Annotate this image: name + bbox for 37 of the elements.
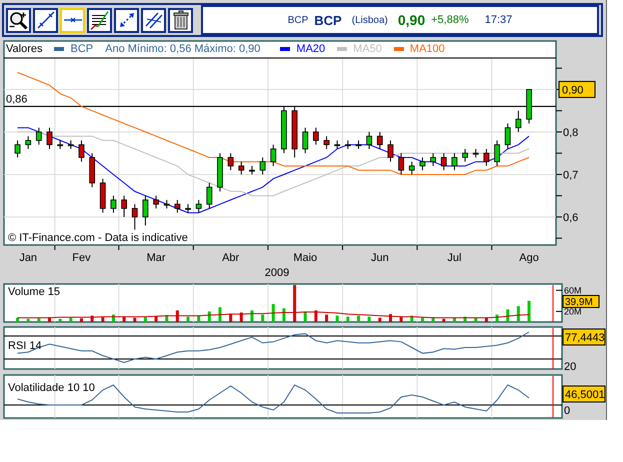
month-label: Fev (72, 252, 91, 264)
chart-title: Volatilidade 10 10 (8, 382, 95, 394)
axis-label: 20 (564, 361, 576, 372)
axis-label: 60M (564, 285, 582, 296)
month-label: Abr (222, 252, 240, 264)
last-value-badge: 0,90 (558, 80, 596, 98)
last-value-badge: 46,5001 (562, 385, 606, 402)
stock-price: 0,90 (398, 12, 426, 28)
month-label: Mar (146, 252, 166, 264)
legend-label: BCP (70, 43, 94, 55)
chart-title: Valores (6, 43, 42, 55)
exchange-name: (Lisboa) (352, 14, 388, 26)
axis-label: 20M (564, 306, 582, 316)
quote-time: 17:37 (484, 14, 512, 26)
year-label: 2009 (264, 267, 290, 279)
reference-label: 0,86 (6, 93, 28, 106)
year-range-text: Ano Mínimo: 0,56 Máximo: 0,90 (105, 43, 260, 55)
month-label: Jun (370, 252, 389, 264)
month-label: Maio (293, 252, 318, 264)
axis-label: 0,8 (563, 126, 578, 139)
chart-title: RSI 14 (8, 340, 42, 352)
legend-label: MA100 (410, 43, 445, 55)
market-symbol: BCP (288, 14, 308, 26)
axis-label: 0 (564, 404, 570, 417)
month-label: Ago (519, 252, 539, 264)
legend-label: MA20 (296, 43, 326, 55)
last-value-badge: 77,4443 (562, 328, 606, 346)
chart-title: Volume 15 (8, 286, 60, 298)
legend-label: MA50 (353, 43, 382, 55)
copyright-notice: © IT-Finance.com - Data is indicative (8, 232, 188, 244)
price-change: +5,88% (431, 14, 469, 26)
month-label: Jul (447, 252, 462, 264)
stock-symbol: BCP (314, 12, 342, 28)
axis-label: 0,7 (563, 169, 578, 182)
month-label: Jan (19, 252, 38, 264)
last-value-badge: 39,9M (562, 295, 600, 308)
axis-label: 0,6 (563, 212, 578, 224)
